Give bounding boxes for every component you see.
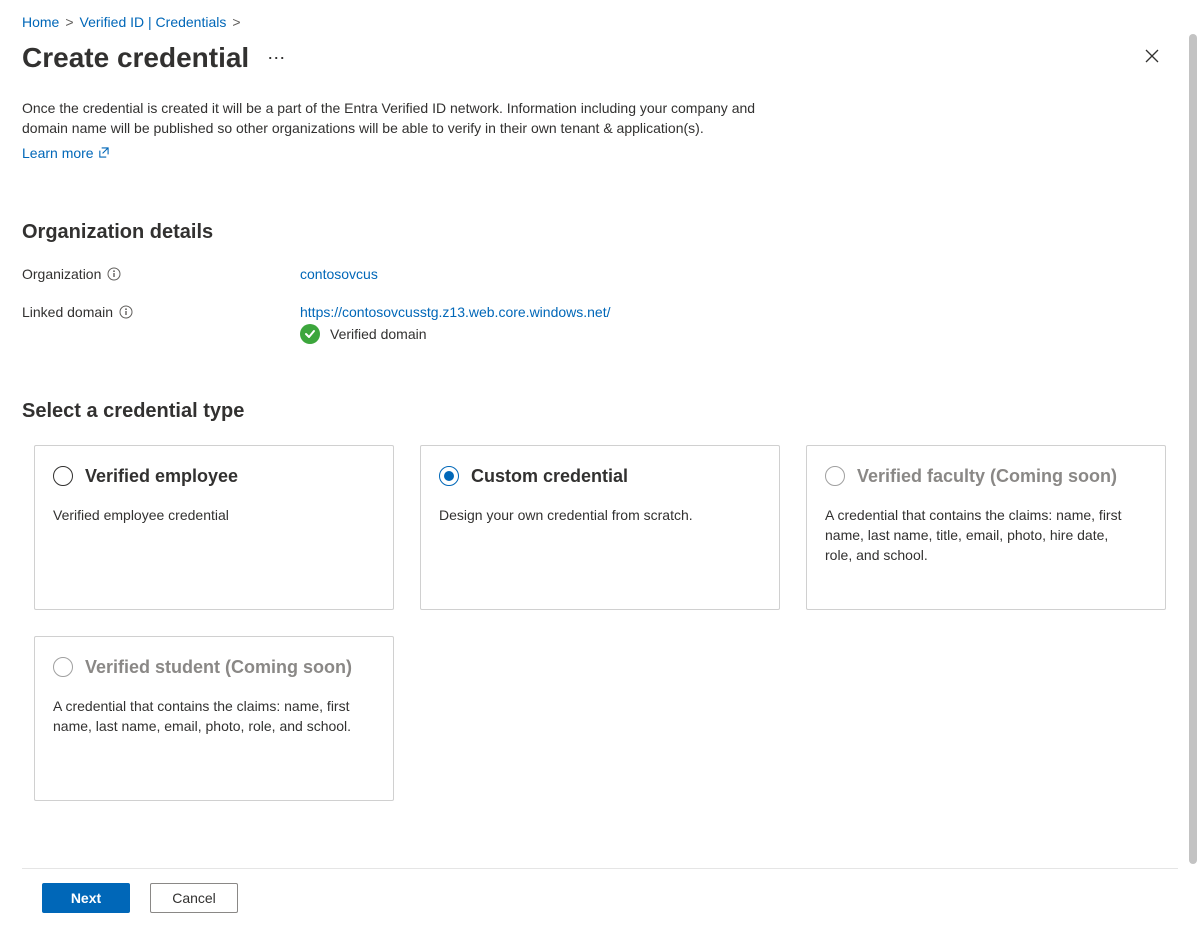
info-icon[interactable] [107, 267, 121, 281]
card-verified-student: Verified student (Coming soon) A credenti… [34, 636, 394, 801]
domain-value-link[interactable]: https://contosovcusstg.z13.web.core.wind… [300, 304, 611, 320]
scrollbar-thumb[interactable] [1189, 34, 1197, 864]
radio-verified-employee[interactable] [53, 466, 73, 486]
radio-verified-faculty [825, 466, 845, 486]
org-details-heading: Organization details [22, 221, 1178, 244]
learn-more-link[interactable]: Learn more [22, 145, 109, 161]
learn-more-label: Learn more [22, 145, 94, 161]
more-icon[interactable]: ⋯ [263, 45, 290, 71]
card-verified-employee[interactable]: Verified employee Verified employee crede… [34, 445, 394, 610]
breadcrumb-verified-id[interactable]: Verified ID | Credentials [80, 14, 227, 30]
breadcrumb-sep: > [65, 14, 73, 30]
card-title: Verified student (Coming soon) [85, 657, 352, 678]
card-custom-credential[interactable]: Custom credential Design your own credent… [420, 445, 780, 610]
card-body: Verified employee credential [53, 505, 353, 525]
external-link-icon [98, 147, 109, 158]
breadcrumb: Home > Verified ID | Credentials > [22, 14, 1178, 30]
card-title: Verified faculty (Coming soon) [857, 466, 1117, 487]
domain-row: Linked domain https://contosovcusstg.z13… [22, 304, 1178, 344]
description-text: Once the credential is created it will b… [22, 98, 792, 139]
select-type-heading: Select a credential type [22, 400, 1178, 423]
footer-bar: Next Cancel [22, 868, 1178, 927]
verified-domain-label: Verified domain [330, 326, 427, 342]
verified-check-icon [300, 324, 320, 344]
radio-verified-student [53, 657, 73, 677]
cancel-button[interactable]: Cancel [150, 883, 238, 913]
org-label: Organization [22, 266, 101, 282]
page-title: Create credential [22, 42, 249, 74]
card-title: Verified employee [85, 466, 238, 487]
breadcrumb-sep: > [232, 14, 240, 30]
org-row: Organization contosovcus [22, 266, 1178, 282]
card-body: A credential that contains the claims: n… [53, 696, 353, 737]
radio-custom-credential[interactable] [439, 466, 459, 486]
card-body: Design your own credential from scratch. [439, 505, 739, 525]
breadcrumb-home[interactable]: Home [22, 14, 59, 30]
org-value-link[interactable]: contosovcus [300, 266, 378, 282]
next-button[interactable]: Next [42, 883, 130, 913]
card-body: A credential that contains the claims: n… [825, 505, 1125, 566]
close-icon[interactable] [1134, 42, 1170, 74]
cards-grid: Verified employee Verified employee crede… [34, 445, 1178, 801]
domain-label: Linked domain [22, 304, 113, 320]
info-icon[interactable] [119, 305, 133, 319]
card-title: Custom credential [471, 466, 628, 487]
card-verified-faculty: Verified faculty (Coming soon) A credenti… [806, 445, 1166, 610]
